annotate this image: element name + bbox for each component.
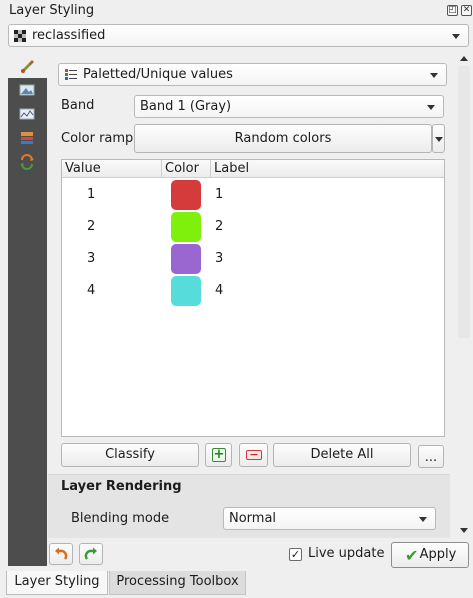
delete-all-button[interactable]: Delete All (273, 443, 411, 467)
class-value: 4 (87, 283, 96, 298)
color-ramp-menu-button[interactable] (432, 124, 445, 153)
classes-table[interactable]: Value Color Label 1 1 2 2 3 3 4 4 (61, 159, 445, 437)
class-label[interactable]: 3 (215, 251, 223, 266)
table-row[interactable]: 4 4 (62, 275, 444, 307)
class-label[interactable]: 4 (215, 283, 223, 298)
chevron-down-icon (427, 104, 435, 110)
scrollbar-thumb[interactable] (458, 66, 470, 338)
more-options-button[interactable]: ... (418, 445, 444, 468)
layer-select[interactable]: reclassified (8, 24, 469, 47)
classify-button[interactable]: Classify (61, 443, 199, 467)
scroll-down-arrow-icon[interactable] (460, 528, 468, 533)
apply-button[interactable]: ✔ Apply (391, 542, 469, 568)
redo-icon (84, 547, 98, 561)
live-update-checkbox[interactable]: ✓ (289, 548, 302, 561)
band-select-value: Band 1 (Gray) (140, 99, 232, 114)
chevron-down-icon (435, 137, 443, 142)
redo-button[interactable] (79, 543, 103, 565)
renderer-type-select[interactable]: Paletted/Unique values (58, 63, 447, 86)
undo-icon (54, 547, 68, 561)
rendering-icon (19, 130, 35, 146)
band-label: Band (61, 98, 95, 113)
chevron-down-icon (452, 33, 460, 39)
column-header-value[interactable]: Value (62, 160, 162, 178)
class-color-swatch[interactable] (171, 212, 201, 242)
class-value: 2 (87, 219, 96, 234)
class-color-swatch[interactable] (171, 276, 201, 306)
column-header-color[interactable]: Color (162, 160, 211, 178)
layer-rendering-heading[interactable]: Layer Rendering (61, 479, 182, 494)
scroll-up-arrow-icon[interactable] (460, 56, 468, 61)
tab-layer-styling[interactable]: Layer Styling (6, 571, 108, 595)
panel-scrollbar[interactable] (457, 54, 471, 540)
panel-title: Layer Styling (9, 3, 95, 18)
color-ramp-label: Color ramp (61, 131, 134, 146)
tab-processing-toolbox[interactable]: Processing Toolbox (109, 571, 246, 595)
chevron-down-icon (430, 72, 438, 78)
chevron-down-icon (419, 516, 427, 522)
class-value: 3 (87, 251, 96, 266)
blending-mode-select[interactable]: Normal (223, 507, 436, 530)
undo-button[interactable] (49, 543, 73, 565)
remove-class-button[interactable]: − (239, 443, 268, 467)
table-row[interactable]: 2 2 (62, 211, 444, 243)
style-sidebar (8, 54, 47, 566)
paletted-renderer-icon (65, 69, 77, 81)
close-panel-button[interactable]: ✕ (461, 5, 472, 16)
history-icon (19, 154, 35, 170)
sidebar-tab-symbology[interactable] (8, 54, 47, 78)
class-value: 1 (87, 187, 96, 202)
sidebar-tab-transparency[interactable] (8, 78, 47, 102)
raster-layer-icon (14, 30, 26, 42)
band-select[interactable]: Band 1 (Gray) (134, 95, 444, 118)
blending-mode-label: Blending mode (71, 511, 170, 526)
column-header-label[interactable]: Label (211, 160, 444, 178)
blending-mode-value: Normal (229, 511, 277, 526)
histogram-icon (19, 106, 35, 122)
symbology-brush-icon (19, 58, 35, 74)
minus-icon: − (246, 449, 262, 460)
table-row[interactable]: 1 1 (62, 179, 444, 211)
add-class-button[interactable]: + (205, 443, 232, 467)
renderer-type-value: Paletted/Unique values (83, 67, 233, 82)
color-ramp-button[interactable]: Random colors (134, 124, 432, 153)
layer-select-value: reclassified (32, 28, 106, 43)
class-label[interactable]: 1 (215, 187, 223, 202)
transparency-icon (19, 82, 35, 98)
plus-icon: + (212, 447, 226, 462)
apply-label: Apply (419, 547, 457, 562)
class-label[interactable]: 2 (215, 219, 223, 234)
sidebar-tab-rendering[interactable] (8, 126, 47, 150)
class-color-swatch[interactable] (171, 180, 201, 210)
checkmark-icon: ✔ (405, 546, 419, 565)
class-color-swatch[interactable] (171, 244, 201, 274)
table-row[interactable]: 3 3 (62, 243, 444, 275)
sidebar-tab-history[interactable] (8, 150, 47, 174)
float-panel-button[interactable]: ◰ (447, 5, 458, 16)
sidebar-tab-histogram[interactable] (8, 102, 47, 126)
live-update-label[interactable]: Live update (308, 546, 384, 561)
